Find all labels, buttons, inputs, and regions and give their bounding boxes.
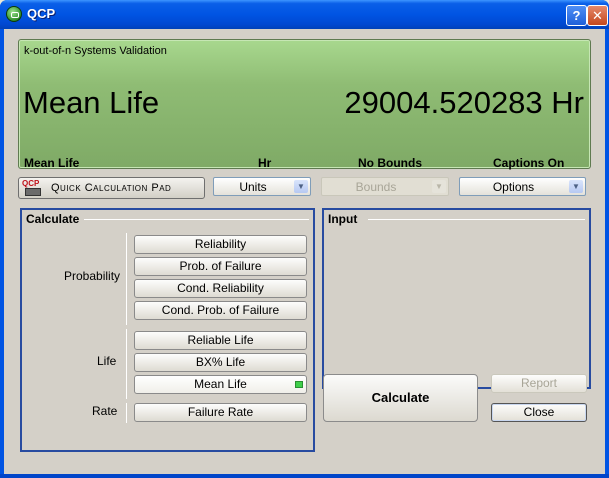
- display-value: 29004.520283 Hr: [344, 85, 584, 120]
- status-bounds: No Bounds: [358, 156, 422, 170]
- cond-prob-of-failure-button[interactable]: Cond. Prob. of Failure: [134, 301, 307, 320]
- failure-rate-button[interactable]: Failure Rate: [134, 403, 307, 422]
- quick-calculation-pad-button[interactable]: QCP Quick Calculation Pad: [18, 177, 205, 199]
- probability-divider: [126, 233, 127, 325]
- life-divider: [126, 329, 127, 399]
- chevron-down-icon: ▼: [432, 180, 446, 193]
- results-display: k-out-of-n Systems Validation Mean Life …: [18, 39, 591, 170]
- mean-life-label: Mean Life: [194, 377, 247, 391]
- bounds-dropdown[interactable]: Bounds ▼: [321, 177, 449, 196]
- prob-of-failure-button[interactable]: Prob. of Failure: [134, 257, 307, 276]
- options-dropdown-label: Options: [492, 180, 535, 194]
- units-dropdown[interactable]: Units ▼: [213, 177, 311, 196]
- life-label: Life: [97, 354, 117, 368]
- title-bar[interactable]: QCP ? ✕: [0, 0, 609, 29]
- client-area: k-out-of-n Systems Validation Mean Life …: [4, 29, 605, 474]
- input-title: Input: [328, 212, 358, 226]
- close-window-button[interactable]: ✕: [587, 5, 608, 26]
- help-button[interactable]: ?: [566, 5, 587, 26]
- bx-life-button[interactable]: BX% Life: [134, 353, 307, 372]
- calculate-title: Calculate: [26, 212, 80, 226]
- reliable-life-button[interactable]: Reliable Life: [134, 331, 307, 350]
- close-button[interactable]: Close: [491, 403, 587, 422]
- status-units: Hr: [258, 156, 272, 170]
- qcp-window: QCP ? ✕ k-out-of-n Systems Validation Me…: [0, 0, 609, 478]
- calculate-divider: [84, 219, 309, 220]
- display-caption: k-out-of-n Systems Validation: [24, 45, 167, 57]
- window-bottom-border: [0, 474, 609, 478]
- qcp-logo-icon: QCP: [22, 179, 44, 197]
- calculate-panel: Calculate Probability Reliability Prob. …: [20, 208, 315, 452]
- bounds-dropdown-label: Bounds: [355, 180, 397, 194]
- status-captions: Captions On: [493, 156, 565, 170]
- calculate-button[interactable]: Calculate: [323, 374, 478, 422]
- selected-indicator-icon: [295, 381, 303, 388]
- rate-label: Rate: [92, 404, 118, 418]
- input-divider: [368, 219, 585, 220]
- cond-reliability-button[interactable]: Cond. Reliability: [134, 279, 307, 298]
- status-metric: Mean Life: [24, 156, 80, 170]
- rate-divider: [126, 403, 127, 423]
- units-dropdown-label: Units: [239, 180, 267, 194]
- chevron-down-icon: ▼: [569, 180, 583, 193]
- reliability-button[interactable]: Reliability: [134, 235, 307, 254]
- app-icon: [6, 6, 22, 22]
- display-label: Mean Life: [23, 85, 160, 120]
- mean-life-button[interactable]: Mean Life: [134, 375, 307, 394]
- chevron-down-icon: ▼: [294, 180, 308, 193]
- pad-label: Quick Calculation Pad: [51, 182, 172, 194]
- probability-label: Probability: [64, 269, 121, 283]
- window-title: QCP: [27, 6, 56, 21]
- report-button[interactable]: Report: [491, 374, 587, 393]
- input-panel: Input: [322, 208, 591, 389]
- options-dropdown[interactable]: Options ▼: [459, 177, 586, 196]
